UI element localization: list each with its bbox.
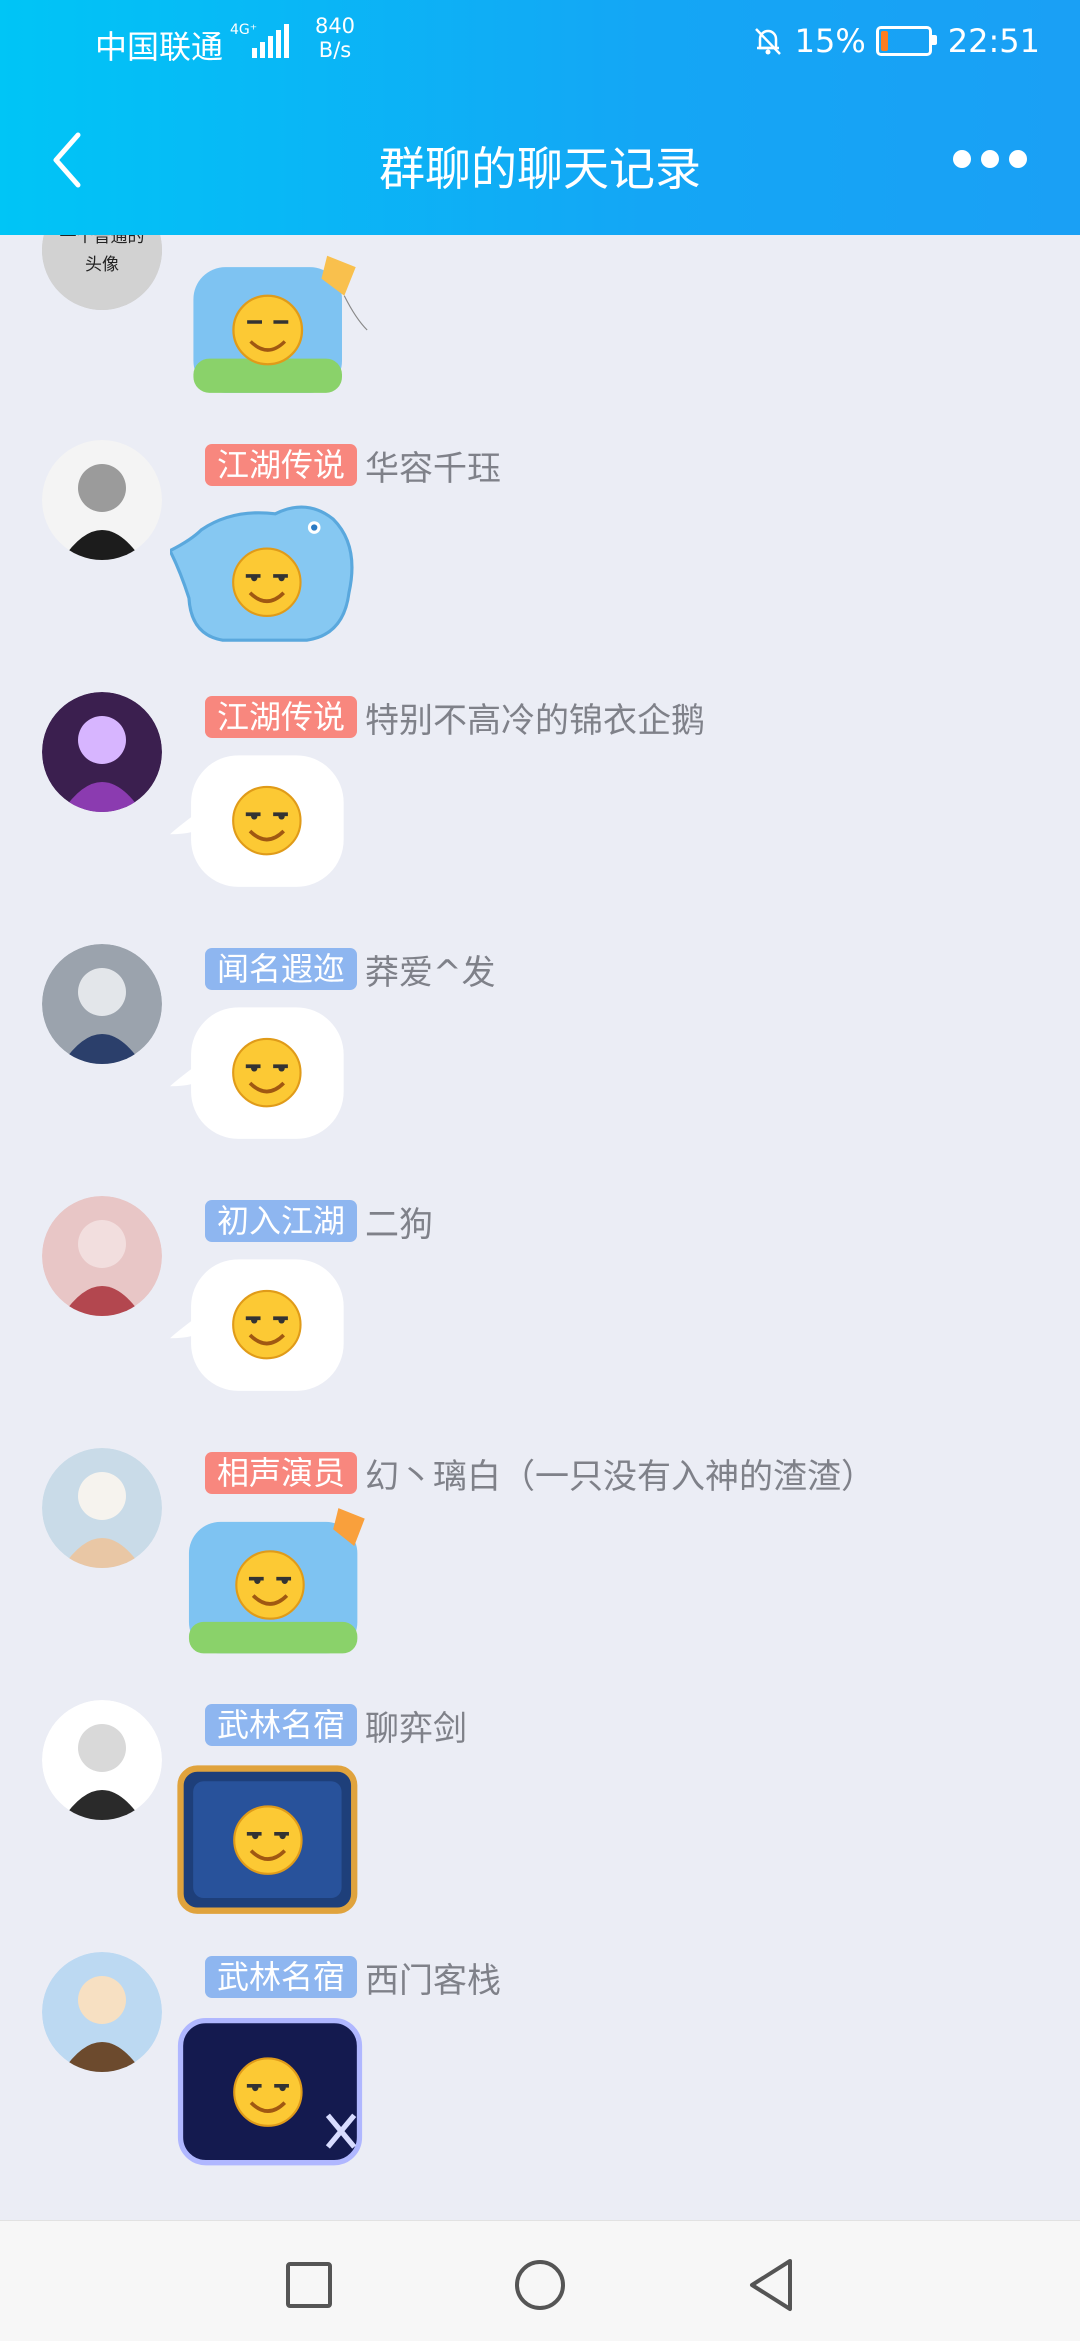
avatar[interactable] bbox=[42, 944, 162, 1064]
message-meta: 闻名遐迩 莽爱^发 bbox=[205, 945, 496, 994]
page-title: 群聊的聊天记录 bbox=[379, 142, 701, 196]
smile-emoji-icon bbox=[233, 2057, 303, 2127]
message-meta: 江湖传说 华容千珏 bbox=[205, 441, 501, 490]
member-title-badge: 相声演员 bbox=[205, 1452, 358, 1494]
member-title-badge: 江湖传说 bbox=[205, 444, 358, 486]
emoji-bubble-kite[interactable] bbox=[170, 250, 370, 410]
recent-apps-icon[interactable] bbox=[285, 2261, 333, 2309]
speed-unit: B/s bbox=[318, 38, 352, 62]
message-bubble[interactable] bbox=[170, 1254, 370, 1412]
avatar[interactable] bbox=[42, 1952, 162, 2072]
member-title-badge: 闻名遐迩 bbox=[205, 948, 358, 990]
message-meta: 相声演员 幻丶璃白（一只没有入神的渣渣） bbox=[205, 1449, 875, 1498]
back-icon[interactable] bbox=[746, 2257, 796, 2313]
chat-message: 相声演员 幻丶璃白（一只没有入神的渣渣） bbox=[0, 1448, 1080, 1700]
message-bubble[interactable] bbox=[170, 1758, 370, 1916]
chat-message: 江湖传说 特别不高冷的锦衣企鹅 bbox=[0, 692, 1080, 944]
avatar-image bbox=[42, 440, 162, 560]
sender-nickname[interactable]: 莽爱^发 bbox=[365, 945, 496, 994]
sender-nickname[interactable]: 二狗 bbox=[365, 1197, 433, 1246]
battery-icon bbox=[875, 26, 937, 56]
more-options-icon[interactable] bbox=[950, 147, 1030, 171]
system-navigation-bar bbox=[0, 2220, 1080, 2341]
status-right: 15% 22:51 bbox=[751, 22, 1040, 60]
sender-nickname[interactable]: 特别不高冷的锦衣企鹅 bbox=[365, 693, 705, 742]
smile-emoji-icon bbox=[232, 785, 302, 856]
avatar-image bbox=[42, 1952, 162, 2072]
member-title-badge: 初入江湖 bbox=[205, 1200, 358, 1242]
chat-message: 武林名宿 西门客栈 bbox=[0, 1952, 1080, 2204]
sender-nickname[interactable]: 幻丶璃白（一只没有入神的渣渣） bbox=[365, 1449, 875, 1498]
avatar[interactable] bbox=[42, 1700, 162, 1820]
member-title-badge: 武林名宿 bbox=[205, 1956, 358, 1998]
avatar-image bbox=[42, 1448, 162, 1568]
network-type-label: 4G⁺ bbox=[230, 22, 257, 38]
battery-percent: 15% bbox=[794, 22, 866, 60]
message-meta: 武林名宿 西门客栈 bbox=[205, 1953, 501, 2002]
title-bar: 群聊的聊天记录 bbox=[0, 105, 1080, 215]
message-bubble[interactable] bbox=[170, 1506, 370, 1664]
status-bar: 中国联通 4G⁺ 840 B/s 15% 22:51 bbox=[0, 0, 1080, 90]
chat-message: 武林名宿 聊弈剑 bbox=[0, 1700, 1080, 1952]
avatar[interactable] bbox=[42, 440, 162, 560]
message-bubble[interactable] bbox=[170, 750, 370, 908]
message-meta: 江湖传说 特别不高冷的锦衣企鹅 bbox=[205, 693, 705, 742]
avatar[interactable] bbox=[42, 1448, 162, 1568]
avatar-image bbox=[42, 1196, 162, 1316]
signal-icon: 4G⁺ bbox=[230, 22, 289, 58]
smile-emoji-icon bbox=[232, 1037, 302, 1108]
avatar[interactable]: 一个普通的 头像 bbox=[42, 235, 162, 310]
speed-value: 840 bbox=[314, 14, 356, 38]
avatar-image: 一个普通的 头像 bbox=[42, 235, 162, 310]
app-header: 中国联通 4G⁺ 840 B/s 15% 22:51 群聊的聊天记录 bbox=[0, 0, 1080, 235]
member-title-badge: 武林名宿 bbox=[205, 1704, 358, 1746]
sender-nickname[interactable]: 西门客栈 bbox=[365, 1953, 501, 2002]
chat-message: 一个普通的 头像 任哥 bbox=[0, 235, 1080, 442]
message-meta: 初入江湖 二狗 bbox=[205, 1197, 433, 1246]
chat-message: 初入江湖 二狗 bbox=[0, 1196, 1080, 1448]
message-bubble[interactable] bbox=[170, 2010, 370, 2168]
chat-message: 江湖传说 华容千珏 bbox=[0, 440, 1080, 692]
smile-emoji-icon bbox=[233, 1805, 303, 1875]
member-title-badge: 江湖传说 bbox=[205, 696, 358, 738]
chat-message: 闻名遐迩 莽爱^发 bbox=[0, 944, 1080, 1196]
network-speed: 840 B/s bbox=[305, 14, 365, 62]
avatar-image bbox=[42, 692, 162, 812]
message-meta: 武林名宿 聊弈剑 bbox=[205, 1701, 467, 1750]
avatar-image bbox=[42, 944, 162, 1064]
smile-emoji-icon bbox=[235, 1550, 305, 1620]
sender-nickname[interactable]: 华容千珏 bbox=[365, 441, 501, 490]
clock: 22:51 bbox=[947, 22, 1040, 60]
home-icon[interactable] bbox=[514, 2259, 566, 2311]
message-bubble[interactable] bbox=[170, 498, 370, 656]
sender-nickname[interactable]: 聊弈剑 bbox=[365, 1701, 467, 1750]
carrier-name: 中国联通 bbox=[95, 28, 224, 66]
avatar[interactable] bbox=[42, 692, 162, 812]
chat-history-list[interactable]: 一个普通的 头像 任哥 江湖传说华容千珏江湖传说特别不高冷的锦衣企鹅闻名遐迩莽爱… bbox=[0, 235, 1080, 2220]
message-bubble[interactable] bbox=[170, 1002, 370, 1160]
smile-emoji-icon bbox=[232, 547, 302, 617]
mute-bell-icon bbox=[754, 28, 781, 55]
avatar[interactable] bbox=[42, 1196, 162, 1316]
avatar-text-line2: 头像 bbox=[85, 255, 119, 275]
avatar-text-line1: 一个普通的 bbox=[60, 235, 145, 247]
avatar-image bbox=[42, 1700, 162, 1820]
smile-emoji-icon bbox=[232, 1289, 302, 1360]
battery-fill bbox=[880, 31, 888, 51]
